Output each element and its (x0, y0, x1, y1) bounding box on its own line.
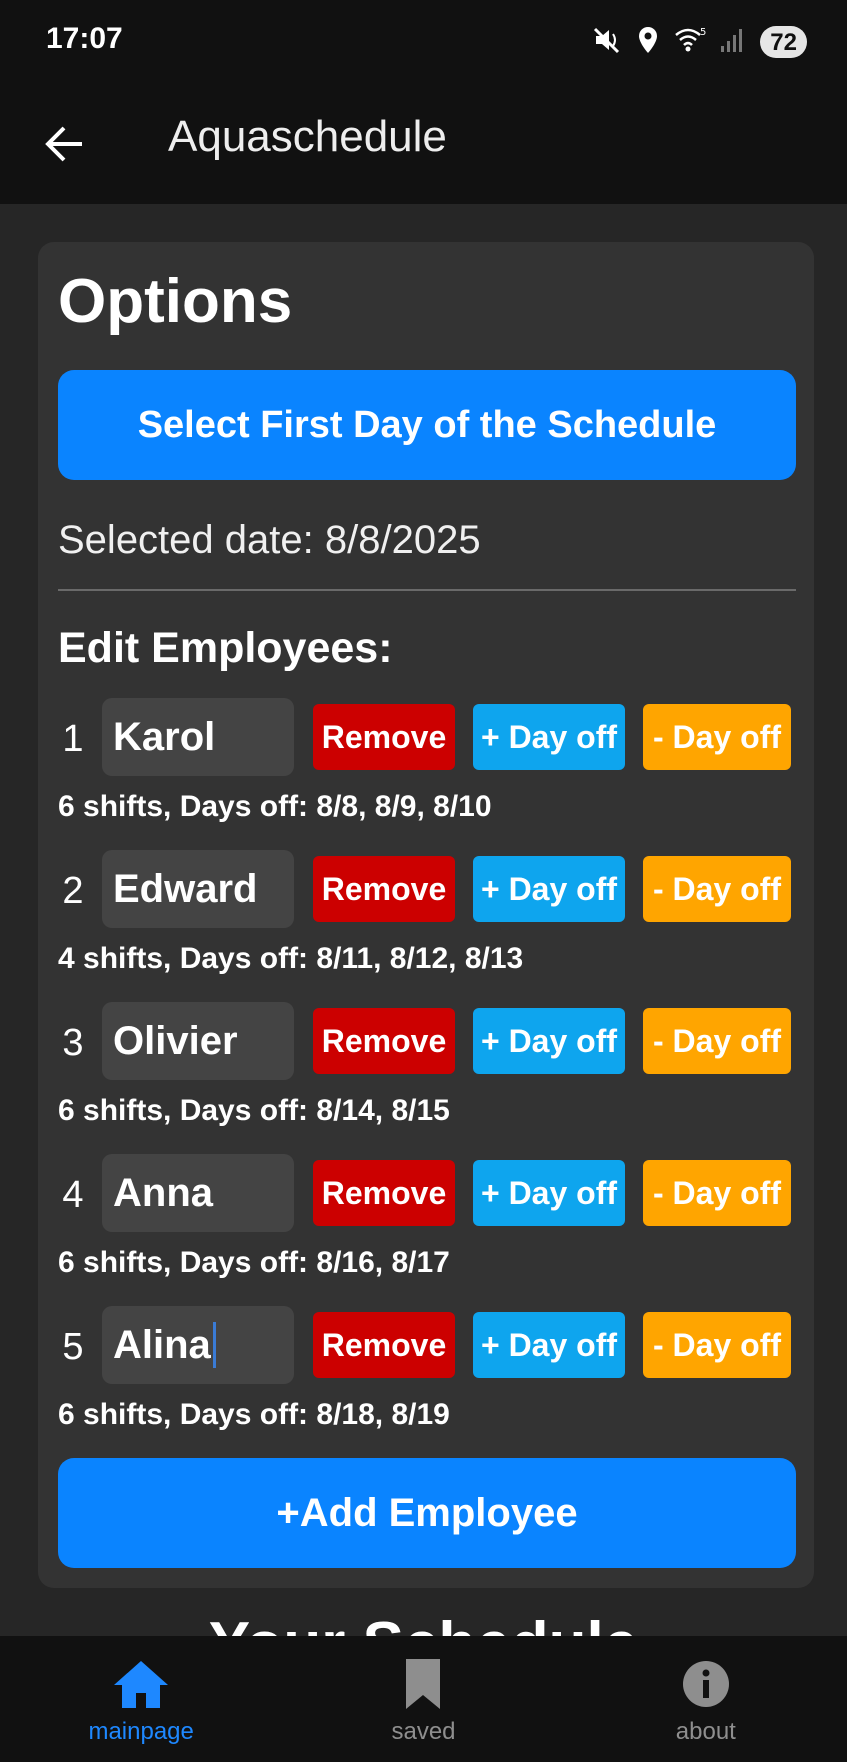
app-title: Aquaschedule (168, 112, 447, 161)
back-arrow-icon (45, 126, 82, 162)
employee-index: 5 (62, 1326, 84, 1368)
employee-index: 4 (62, 1174, 84, 1216)
nav-label: about (675, 1718, 736, 1745)
options-card: Options Select First Day of the Schedule… (38, 242, 814, 1588)
employee-name-input[interactable]: Alina (102, 1306, 294, 1384)
nav-label: mainpage (88, 1718, 194, 1745)
add-day-off-button[interactable]: + Day off (473, 1008, 625, 1074)
employee-index: 1 (62, 718, 84, 760)
employee-name-value: Karol (113, 714, 216, 759)
employee-name-value: Anna (113, 1170, 213, 1215)
nav-item-mainpage[interactable]: mainpage (0, 1636, 282, 1762)
employee-row: 2 Edward Remove + Day off - Day off 4 sh… (38, 850, 814, 1002)
employee-name-value: Alina (113, 1322, 211, 1367)
remove-day-off-button[interactable]: - Day off (643, 856, 791, 922)
employee-index: 3 (62, 1022, 84, 1064)
signal-icon (720, 26, 746, 59)
schedule-section-title: Your Schedule (0, 1618, 847, 1636)
svg-text:5: 5 (700, 27, 706, 38)
bottom-nav: mainpage saved about (0, 1636, 847, 1762)
employee-shift-info: 6 shifts, Days off: 8/16, 8/17 (58, 1246, 450, 1279)
employee-index: 2 (62, 870, 84, 912)
edit-employees-title: Edit Employees: (58, 624, 393, 672)
employee-shift-info: 6 shifts, Days off: 8/8, 8/9, 8/10 (58, 790, 492, 823)
employee-row: 4 Anna Remove + Day off - Day off 6 shif… (38, 1154, 814, 1306)
remove-employee-button[interactable]: Remove (313, 704, 455, 770)
employee-shift-info: 6 shifts, Days off: 8/18, 8/19 (58, 1398, 450, 1431)
employee-name-input[interactable]: Karol (102, 698, 294, 776)
wifi-icon: 5 (674, 25, 707, 60)
status-icons: 5 72 (592, 22, 807, 62)
selected-date-text: Selected date: 8/8/2025 (58, 518, 481, 562)
remove-employee-button[interactable]: Remove (313, 1312, 455, 1378)
add-day-off-button[interactable]: + Day off (473, 856, 625, 922)
status-time: 17:07 (46, 22, 123, 55)
add-day-off-button[interactable]: + Day off (473, 1160, 625, 1226)
bookmark-icon (393, 1656, 453, 1712)
add-day-off-button[interactable]: + Day off (473, 704, 625, 770)
nav-item-saved[interactable]: saved (282, 1636, 564, 1762)
options-title: Options (58, 267, 293, 336)
nav-item-about[interactable]: about (565, 1636, 847, 1762)
remove-employee-button[interactable]: Remove (313, 1160, 455, 1226)
employee-name-value: Olivier (113, 1018, 238, 1063)
back-button[interactable] (34, 114, 94, 174)
employee-shift-info: 4 shifts, Days off: 8/11, 8/12, 8/13 (58, 942, 524, 975)
employee-name-input[interactable]: Edward (102, 850, 294, 928)
status-bar: 17:07 5 72 (0, 0, 847, 84)
divider (58, 589, 796, 591)
remove-day-off-button[interactable]: - Day off (643, 704, 791, 770)
mute-icon (592, 25, 622, 60)
location-icon (636, 25, 660, 60)
add-day-off-button[interactable]: + Day off (473, 1312, 625, 1378)
employee-name-value: Edward (113, 866, 258, 911)
info-icon (676, 1656, 736, 1712)
employee-row: 5 Alina Remove + Day off - Day off 6 shi… (38, 1306, 814, 1458)
remove-day-off-button[interactable]: - Day off (643, 1312, 791, 1378)
employee-shift-info: 6 shifts, Days off: 8/14, 8/15 (58, 1094, 450, 1127)
app-bar: Aquaschedule (0, 84, 847, 204)
home-icon (111, 1656, 171, 1712)
remove-day-off-button[interactable]: - Day off (643, 1160, 791, 1226)
employee-name-input[interactable]: Anna (102, 1154, 294, 1232)
select-first-day-button[interactable]: Select First Day of the Schedule (58, 370, 796, 480)
text-cursor (212, 1322, 216, 1368)
employee-row: 3 Olivier Remove + Day off - Day off 6 s… (38, 1002, 814, 1154)
add-employee-button[interactable]: +Add Employee (58, 1458, 796, 1568)
remove-employee-button[interactable]: Remove (313, 856, 455, 922)
battery-indicator: 72 (760, 26, 807, 58)
employee-row: 1 Karol Remove + Day off - Day off 6 shi… (38, 698, 814, 850)
remove-day-off-button[interactable]: - Day off (643, 1008, 791, 1074)
remove-employee-button[interactable]: Remove (313, 1008, 455, 1074)
nav-label: saved (391, 1718, 456, 1745)
employee-name-input[interactable]: Olivier (102, 1002, 294, 1080)
